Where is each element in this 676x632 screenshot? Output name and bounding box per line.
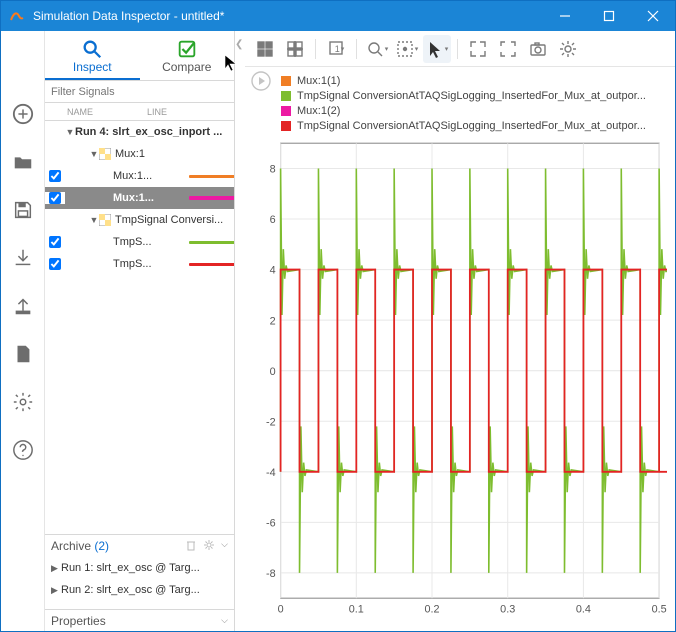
signal-row-tmp1[interactable]: TmpS...: [45, 231, 234, 253]
svg-text:-6: -6: [266, 517, 276, 529]
signal-row-mux1[interactable]: Mux:1...: [45, 165, 234, 187]
gear-icon[interactable]: [203, 539, 215, 554]
close-button[interactable]: [631, 1, 675, 31]
app-logo-icon: [9, 8, 25, 24]
archive-run-1[interactable]: ▶Run 1: slrt_ex_osc @ Targ...: [45, 557, 234, 579]
svg-text:0: 0: [278, 603, 284, 615]
line-swatch[interactable]: [189, 241, 234, 244]
svg-text:0.5: 0.5: [652, 603, 667, 615]
camera-button[interactable]: [524, 35, 552, 63]
column-name[interactable]: NAME: [65, 103, 145, 120]
svg-text:-4: -4: [266, 467, 276, 479]
chevron-up-icon: ⌵: [221, 615, 228, 626]
play-button[interactable]: [251, 71, 271, 91]
checkbox-icon: [176, 38, 198, 60]
tab-inspect[interactable]: Inspect: [45, 31, 140, 80]
group-tmp[interactable]: ▼ TmpSignal Conversi...: [45, 209, 234, 231]
filter-input[interactable]: [45, 81, 234, 102]
plot-area[interactable]: -8 -6 -4 -2 0 2 4 6 8 0 0.1 0.2 0.3 0.4 0.5: [253, 137, 667, 623]
tab-compare[interactable]: Compare: [140, 31, 235, 80]
svg-text:-2: -2: [266, 416, 276, 428]
properties-toggle[interactable]: Properties ⌵: [45, 609, 234, 631]
minimize-button[interactable]: [543, 1, 587, 31]
line-swatch[interactable]: [189, 196, 234, 200]
svg-text:-8: -8: [266, 568, 276, 580]
svg-text:2: 2: [270, 315, 276, 327]
report-button[interactable]: [10, 341, 36, 367]
import-button[interactable]: [10, 245, 36, 271]
archive-label: Archive: [51, 539, 91, 553]
signal-checkbox[interactable]: [49, 258, 61, 270]
signal-checkbox[interactable]: [49, 170, 61, 182]
collapse-panel-button[interactable]: ❮: [235, 39, 243, 50]
axes-count-button[interactable]: 1▾: [322, 35, 350, 63]
plot-settings-button[interactable]: [554, 35, 582, 63]
fullscreen-button[interactable]: [494, 35, 522, 63]
signal-row-tmp2[interactable]: TmpS...: [45, 253, 234, 275]
signal-checkbox[interactable]: [49, 192, 61, 204]
chevron-down-icon[interactable]: ⌵: [221, 539, 228, 554]
run-row[interactable]: ▼Run 4: slrt_ex_osc_inport ...: [45, 121, 234, 143]
maximize-button[interactable]: [587, 1, 631, 31]
tab-compare-label: Compare: [162, 60, 211, 74]
fit-button[interactable]: ▾: [393, 35, 421, 63]
svg-text:0.2: 0.2: [424, 603, 439, 615]
line-swatch[interactable]: [189, 263, 234, 266]
signal-checkbox[interactable]: [49, 236, 61, 248]
block-icon: [99, 214, 111, 226]
zoom-button[interactable]: ▾: [363, 35, 391, 63]
export-button[interactable]: [10, 293, 36, 319]
archive-run-2[interactable]: ▶Run 2: slrt_ex_osc @ Targ...: [45, 579, 234, 601]
svg-text:0.3: 0.3: [500, 603, 515, 615]
open-button[interactable]: [10, 149, 36, 175]
magnifier-icon: [81, 38, 103, 60]
svg-text:0.1: 0.1: [349, 603, 364, 615]
window-title: Simulation Data Inspector - untitled*: [33, 9, 543, 23]
column-line[interactable]: LINE: [145, 103, 234, 120]
save-button[interactable]: [10, 197, 36, 223]
tab-inspect-label: Inspect: [73, 60, 112, 74]
run-label: Run 4: slrt_ex_osc_inport ...: [75, 126, 222, 138]
svg-text:8: 8: [270, 163, 276, 175]
layout-grid-button[interactable]: [251, 35, 279, 63]
line-swatch[interactable]: [189, 175, 234, 178]
cursor-button[interactable]: ▾: [423, 35, 451, 63]
settings-button[interactable]: [10, 389, 36, 415]
svg-text:0.4: 0.4: [576, 603, 591, 615]
block-icon: [99, 148, 111, 160]
svg-text:0: 0: [270, 366, 276, 378]
expand-button[interactable]: [464, 35, 492, 63]
trash-icon[interactable]: [185, 539, 197, 554]
new-run-button[interactable]: [10, 101, 36, 127]
signal-row-mux2[interactable]: Mux:1...: [45, 187, 234, 209]
legend: Mux:1(1) TmpSignal ConversionAtTAQSigLog…: [281, 73, 667, 133]
layout-custom-button[interactable]: [281, 35, 309, 63]
archive-count: (2): [94, 539, 109, 553]
svg-text:6: 6: [270, 214, 276, 226]
help-button[interactable]: [10, 437, 36, 463]
group-mux[interactable]: ▼ Mux:1: [45, 143, 234, 165]
svg-text:4: 4: [270, 265, 276, 277]
